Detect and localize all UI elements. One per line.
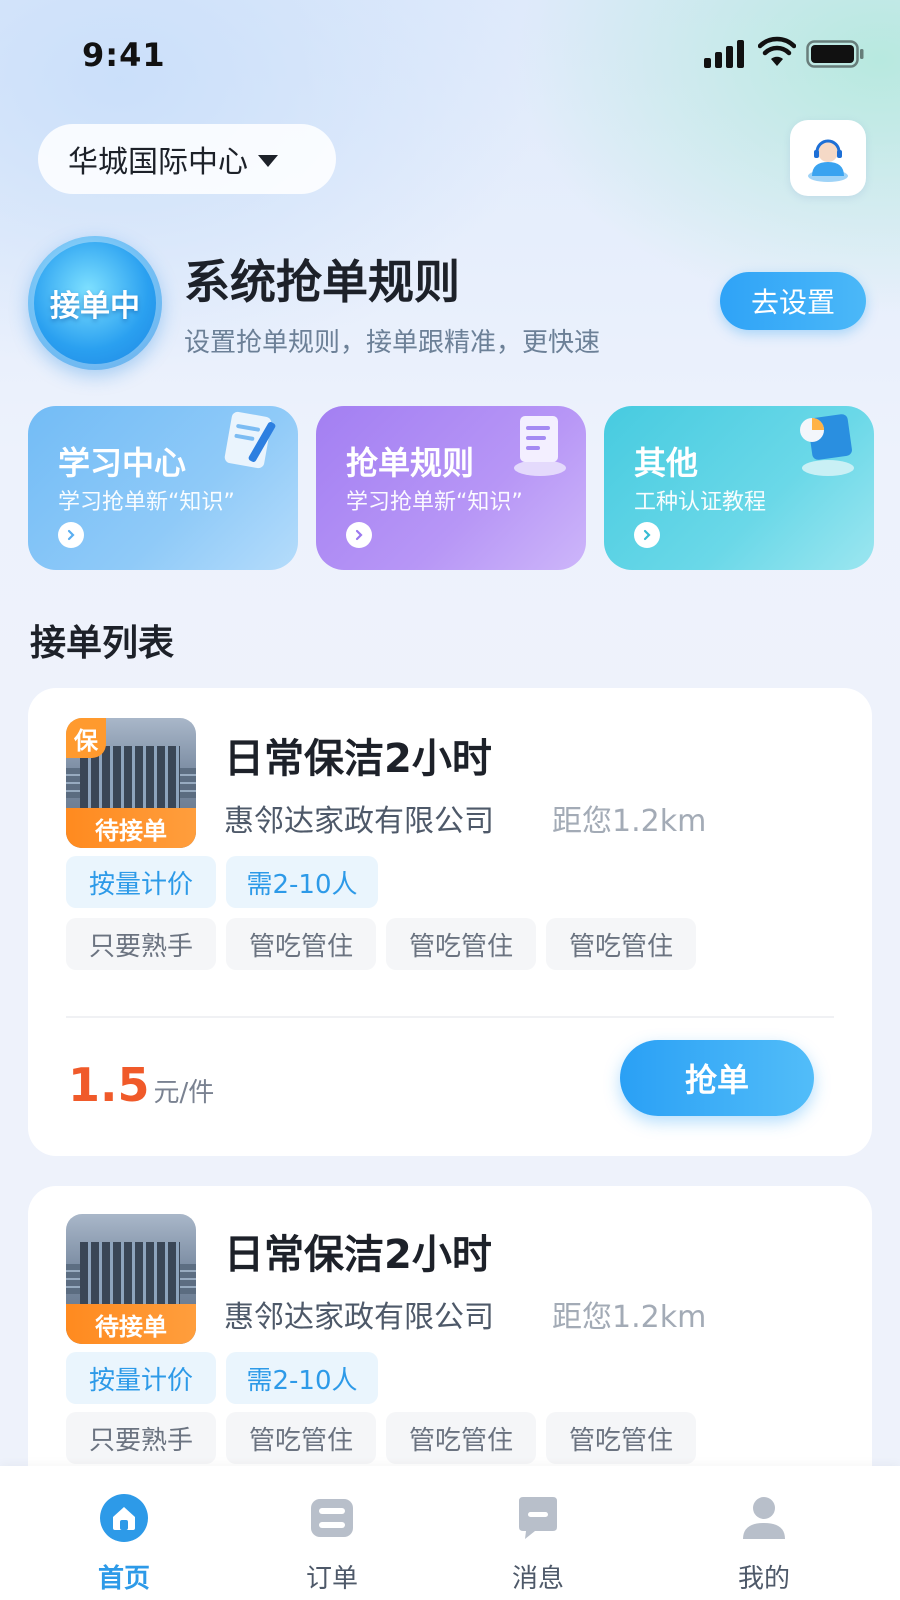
notebook-icon <box>224 411 276 469</box>
badge-label: 接单中 <box>50 289 140 324</box>
location-selector[interactable]: 华城国际中心 <box>38 124 336 194</box>
message-icon <box>512 1492 564 1544</box>
tag-benefit: 管吃管住 <box>226 918 376 970</box>
tab-label: 消息 <box>511 1564 564 1594</box>
battery-icon <box>806 40 864 68</box>
tag-benefit: 管吃管住 <box>546 918 696 970</box>
tag-pricing: 按量计价 <box>66 1352 216 1404</box>
tag-headcount: 需2-10人 <box>226 856 378 908</box>
accepting-orders-badge[interactable]: 接单中 <box>28 236 162 370</box>
tag-benefit: 管吃管住 <box>546 1412 696 1464</box>
feature-title: 抢单规则 <box>346 444 475 482</box>
order-list-title: 接单列表 <box>30 623 175 664</box>
tag-benefit: 管吃管住 <box>386 918 536 970</box>
order-distance: 距您1.2km <box>552 804 707 839</box>
tag-pricing: 按量计价 <box>66 856 216 908</box>
order-card[interactable]: 保 待接单 日常保洁2小时 惠邻达家政有限公司 距您1.2km 按量计价 需2-… <box>28 688 872 1156</box>
signal-icon <box>704 40 744 68</box>
go-settings-button[interactable]: 去设置 <box>720 272 866 330</box>
tab-label: 我的 <box>737 1564 790 1594</box>
feature-subtitle: 学习抢单新“知识” <box>58 490 235 515</box>
tab-messages[interactable]: 消息 <box>478 1492 598 1595</box>
tab-home[interactable]: 首页 <box>64 1492 184 1595</box>
order-title: 日常保洁2小时 <box>224 1232 492 1278</box>
profile-icon <box>738 1492 790 1544</box>
tab-label: 首页 <box>97 1564 150 1594</box>
feature-title: 学习中心 <box>58 444 187 482</box>
rule-title: 系统抢单规则 <box>184 255 460 309</box>
customer-service-button[interactable] <box>790 120 866 196</box>
customer-service-icon <box>808 139 848 182</box>
tab-profile[interactable]: 我的 <box>704 1492 824 1595</box>
divider <box>66 1016 834 1018</box>
feature-card-other[interactable]: 其他 工种认证教程 <box>604 406 874 570</box>
order-distance: 距您1.2km <box>552 1300 707 1335</box>
document-icon <box>514 416 566 476</box>
order-thumbnail: 保 待接单 <box>66 718 196 848</box>
tag-requirement: 只要熟手 <box>66 918 216 970</box>
order-company: 惠邻达家政有限公司 <box>224 1300 494 1335</box>
tag-requirement: 只要熟手 <box>66 1412 216 1464</box>
caret-down-icon <box>258 155 278 167</box>
chevron-right-icon <box>346 522 372 548</box>
feature-subtitle: 工种认证教程 <box>634 490 767 515</box>
order-status: 待接单 <box>66 808 196 848</box>
order-company: 惠邻达家政有限公司 <box>224 804 494 839</box>
order-status: 待接单 <box>66 1304 196 1344</box>
home-icon <box>98 1492 150 1544</box>
grab-order-button[interactable]: 抢单 <box>620 1040 814 1116</box>
tag-benefit: 管吃管住 <box>226 1412 376 1464</box>
order-type-tag: 保 <box>66 718 106 758</box>
status-time: 9:41 <box>82 36 166 74</box>
location-label: 华城国际中心 <box>68 145 248 180</box>
order-thumbnail: 待接单 <box>66 1214 196 1344</box>
tab-orders[interactable]: 订单 <box>272 1492 392 1595</box>
chevron-right-icon <box>634 522 660 548</box>
price-value: 1.5 <box>68 1058 150 1112</box>
price-unit: 元/件 <box>153 1078 215 1108</box>
order-title: 日常保洁2小时 <box>224 736 492 782</box>
order-price: 1.5 元/件 <box>68 1058 214 1112</box>
status-bar: 9:41 <box>0 0 900 110</box>
chevron-right-icon <box>58 522 84 548</box>
feature-title: 其他 <box>634 444 699 482</box>
tab-label: 订单 <box>305 1564 358 1594</box>
tag-benefit: 管吃管住 <box>386 1412 536 1464</box>
feature-card-learning[interactable]: 学习中心 学习抢单新“知识” <box>28 406 298 570</box>
tab-bar: 首页 订单 消息 我的 <box>0 1466 900 1600</box>
wifi-icon <box>758 36 796 66</box>
feature-card-rules[interactable]: 抢单规则 学习抢单新“知识” <box>316 406 586 570</box>
chart-board-icon <box>800 414 854 476</box>
tag-headcount: 需2-10人 <box>226 1352 378 1404</box>
order-icon <box>306 1492 358 1544</box>
rule-subtitle: 设置抢单规则，接单跟精准，更快速 <box>184 328 601 358</box>
feature-subtitle: 学习抢单新“知识” <box>346 490 523 515</box>
